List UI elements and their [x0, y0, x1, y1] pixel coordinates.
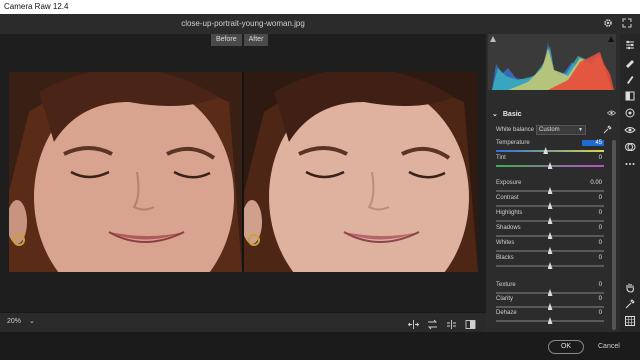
slider-label: Contrast	[496, 195, 519, 201]
presets-icon[interactable]	[624, 140, 636, 152]
tool-strip	[620, 34, 640, 332]
slider-contrast[interactable]: Contrast 0	[496, 195, 604, 209]
white-balance-label: White balance	[496, 127, 535, 133]
slider-dehaze[interactable]: Dehaze 0	[496, 310, 604, 324]
slider-value[interactable]: 0	[582, 240, 604, 246]
window-title: Camera Raw 12.4	[0, 0, 640, 14]
more-icon[interactable]	[624, 157, 636, 169]
slider-value[interactable]: 0	[582, 210, 604, 216]
slider-label: Exposure	[496, 180, 522, 186]
radial-filter-icon[interactable]	[624, 106, 636, 118]
after-button[interactable]: After	[243, 34, 269, 46]
edit-panel: ⌄ Basic White balance Custom ▼ Temperatu…	[486, 34, 620, 332]
white-balance-row: White balance Custom ▼	[496, 124, 612, 136]
highlight-clipping-icon	[608, 36, 614, 42]
slider-highlights[interactable]: Highlights 0	[496, 210, 604, 224]
zoom-control[interactable]: 20% ⌄	[7, 317, 35, 326]
slider-label: Temperature	[496, 140, 530, 146]
eyedropper-icon[interactable]	[603, 121, 612, 139]
cancel-button[interactable]: Cancel	[598, 340, 620, 354]
red-eye-icon[interactable]	[624, 123, 636, 135]
chevron-down-icon: ⌄	[492, 111, 498, 118]
slider-value[interactable]: 0	[582, 282, 604, 288]
top-bar: close-up-portrait-young-woman.jpg	[0, 14, 640, 34]
slider-label: Clarity	[496, 296, 514, 302]
slider-label: Texture	[496, 282, 516, 288]
gradient-icon[interactable]	[624, 89, 636, 101]
slider-tint[interactable]: Tint 0	[496, 155, 604, 169]
shadow-clipping-icon	[490, 36, 496, 42]
before-button[interactable]: Before	[211, 34, 242, 46]
grid-icon[interactable]	[624, 314, 636, 326]
file-name: close-up-portrait-young-woman.jpg	[181, 19, 305, 28]
slider-value[interactable]: 0	[582, 310, 604, 316]
slider-label: Whites	[496, 240, 515, 246]
slider-shadows[interactable]: Shadows 0	[496, 225, 604, 239]
hand-icon[interactable]	[624, 280, 636, 293]
slider-label: Shadows	[496, 225, 521, 231]
slider-clarity[interactable]: Clarity 0	[496, 296, 604, 310]
panel-scrollbar[interactable]	[612, 140, 616, 330]
edit-sliders-icon[interactable]	[624, 38, 636, 50]
slider-label: Dehaze	[496, 310, 517, 316]
sampler-icon[interactable]	[624, 297, 636, 309]
before-photo	[9, 72, 242, 272]
chevron-down-icon: ▼	[578, 127, 583, 133]
dialog-footer: OK Cancel	[0, 332, 640, 360]
mask-brush-icon[interactable]	[624, 72, 636, 84]
eye-icon[interactable]	[606, 110, 617, 118]
slider-label: Tint	[496, 155, 506, 161]
slider-texture[interactable]: Texture 0	[496, 282, 604, 296]
slider-value[interactable]: 0	[582, 195, 604, 201]
basic-section-header[interactable]: ⌄ Basic	[492, 108, 617, 120]
healing-brush-icon[interactable]	[624, 55, 636, 68]
slider-whites[interactable]: Whites 0	[496, 240, 604, 254]
slider-value[interactable]: 0	[582, 255, 604, 261]
slider-blacks[interactable]: Blacks 0	[496, 255, 604, 269]
gear-icon[interactable]	[603, 15, 613, 33]
chevron-down-icon: ⌄	[29, 318, 35, 325]
slider-value[interactable]: 0	[582, 296, 604, 302]
viewer-toolbar: 20% ⌄	[0, 312, 486, 332]
slider-label: Blacks	[496, 255, 514, 261]
slider-value[interactable]: 45	[582, 140, 604, 146]
image-viewer[interactable]: Before After	[0, 34, 486, 312]
fullscreen-icon[interactable]	[622, 15, 632, 33]
histogram	[488, 34, 616, 90]
slider-label: Highlights	[496, 210, 523, 216]
slider-value[interactable]: 0	[582, 225, 604, 231]
ok-button[interactable]: OK	[548, 340, 584, 354]
slider-value[interactable]: 0.00	[582, 180, 604, 186]
slider-track[interactable]	[496, 150, 604, 152]
zoom-level: 20%	[7, 317, 22, 325]
white-balance-select[interactable]: Custom ▼	[536, 125, 586, 135]
section-title: Basic	[502, 110, 522, 118]
slider-value[interactable]: 0	[582, 155, 604, 161]
after-photo	[244, 72, 478, 272]
slider-temperature[interactable]: Temperature 45	[496, 140, 604, 154]
slider-exposure[interactable]: Exposure 0.00	[496, 180, 604, 194]
